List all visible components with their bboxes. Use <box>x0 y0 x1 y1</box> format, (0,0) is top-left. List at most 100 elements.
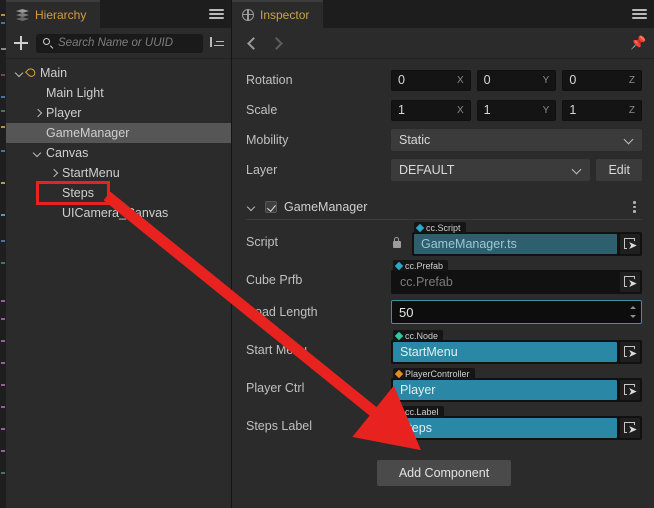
tree-item-uicamera-canvas[interactable]: UICamera_Canvas <box>6 203 231 223</box>
editor-window: Hierarchy Search Name or UUID Main Main … <box>0 0 654 508</box>
object-field[interactable]: StartMenu ➤ <box>391 340 642 364</box>
object-value: cc.Prefab <box>393 272 617 292</box>
add-node-icon[interactable] <box>13 35 29 51</box>
axis-label: X <box>457 104 464 116</box>
inspector-tabbar: Inspector <box>232 0 654 28</box>
hierarchy-tabbar: Hierarchy <box>6 0 231 28</box>
value: 0 <box>569 73 577 87</box>
axis-label: Z <box>628 104 636 116</box>
component-enabled-checkbox[interactable] <box>265 201 277 213</box>
chevron-down-icon[interactable] <box>14 67 26 79</box>
chevron-left-icon[interactable] <box>246 36 258 50</box>
chevron-down-icon[interactable] <box>32 147 44 159</box>
axis-label: Y <box>542 74 550 86</box>
property-label: Script <box>246 235 278 249</box>
type-chip: cc.Node <box>393 330 444 341</box>
property-row-steps-label: Steps Label cc.Label Steps ➤ <box>246 404 642 442</box>
tree-item-label: Main <box>40 66 68 80</box>
scene-flame-icon <box>26 67 37 79</box>
pick-node-icon[interactable]: ➤ <box>620 418 640 438</box>
tree-item-player[interactable]: Player <box>6 103 231 123</box>
component-name: GameManager <box>284 200 368 214</box>
edit-layer-button[interactable]: Edit <box>596 159 642 181</box>
property-row-cube-prfb: Cube Prfb cc.Prefab cc.Prefab ➤ <box>246 258 642 296</box>
tree-item-main-light[interactable]: Main Light <box>6 83 231 103</box>
property-label: Layer <box>246 163 278 177</box>
road-length-value: 50 <box>399 304 414 320</box>
object-field[interactable]: Steps ➤ <box>391 416 642 440</box>
tree-item-gamemanager[interactable]: GameManager <box>6 123 231 143</box>
type-chip: PlayerController <box>393 368 475 379</box>
diamond-icon <box>394 331 404 340</box>
property-label: Cube Prfb <box>246 273 303 287</box>
property-label: Mobility <box>246 133 289 147</box>
chevron-down-icon[interactable] <box>246 201 258 213</box>
add-component-row: Add Component <box>246 460 642 486</box>
type-chip-label: PlayerController <box>405 368 470 379</box>
hierarchy-menu-icon[interactable] <box>209 9 224 20</box>
tree-item-startmenu[interactable]: StartMenu <box>6 163 231 183</box>
diamond-icon <box>394 407 404 416</box>
axis-label: Y <box>542 104 550 116</box>
value: 0 <box>398 73 405 87</box>
pick-node-icon[interactable]: ➤ <box>620 234 640 254</box>
property-label: Player Ctrl <box>246 381 305 395</box>
layer-value: DEFAULT <box>399 163 455 177</box>
tree-item-main[interactable]: Main <box>6 63 231 83</box>
pick-node-icon[interactable]: ➤ <box>620 342 640 362</box>
rotation-y-input[interactable]: 0 Y <box>476 69 557 91</box>
rotation-x-input[interactable]: 0 X <box>391 69 471 91</box>
object-value: Player <box>393 380 617 400</box>
inspector-navbar: 📌 <box>232 28 654 59</box>
layer-select[interactable]: DEFAULT <box>391 159 591 181</box>
value: 1 <box>483 103 491 117</box>
chevron-down-icon <box>573 166 582 175</box>
object-value: Steps <box>393 418 617 438</box>
scale-x-input[interactable]: 1 X <box>391 99 471 121</box>
value: 0 <box>483 73 491 87</box>
tab-hierarchy[interactable]: Hierarchy <box>6 0 101 28</box>
object-field[interactable]: Player ➤ <box>391 378 642 402</box>
chevron-right-icon[interactable] <box>32 107 44 119</box>
property-label: Rotation <box>246 73 293 87</box>
list-filter-icon[interactable] <box>210 36 224 50</box>
scale-y-input[interactable]: 1 Y <box>476 99 557 121</box>
tree-item-label: Main Light <box>46 86 104 100</box>
value: 1 <box>569 103 577 117</box>
component-header[interactable]: GameManager <box>246 195 642 220</box>
property-label: Start Menu <box>246 343 308 357</box>
chevron-down-icon <box>625 136 634 145</box>
tree-item-canvas[interactable]: Canvas <box>6 143 231 163</box>
scale-z-input[interactable]: 1 Z <box>562 99 643 121</box>
tab-inspector[interactable]: Inspector <box>232 0 324 28</box>
spinner-arrows-icon[interactable] <box>629 303 638 321</box>
pin-icon[interactable]: 📌 <box>630 36 646 50</box>
type-chip: cc.Prefab <box>393 260 449 271</box>
object-field[interactable]: cc.Prefab ➤ <box>391 270 642 294</box>
search-placeholder: Search Name or UUID <box>58 37 174 49</box>
layers-icon <box>16 9 29 21</box>
property-row-start-menu: Start Menu cc.Node StartMenu ➤ <box>246 328 642 366</box>
property-row-script: Script cc.Script GameManager.ts ➤ <box>246 220 642 258</box>
pick-node-icon[interactable]: ➤ <box>620 272 640 292</box>
inspector-menu-icon[interactable] <box>632 9 647 20</box>
chevron-right-icon[interactable] <box>272 36 284 50</box>
pick-node-icon[interactable]: ➤ <box>620 380 640 400</box>
add-component-button[interactable]: Add Component <box>376 460 512 486</box>
property-row-road-length: Road Length 50 <box>246 296 642 328</box>
road-length-input[interactable]: 50 <box>391 300 642 324</box>
chevron-right-icon[interactable] <box>48 167 60 179</box>
object-field[interactable]: GameManager.ts ➤ <box>412 232 642 256</box>
property-row-rotation: Rotation 0 X 0 Y 0 Z <box>246 65 643 95</box>
kebab-menu-icon[interactable] <box>628 200 640 214</box>
tab-inspector-label: Inspector <box>260 8 310 22</box>
type-chip-label: cc.Label <box>405 406 439 417</box>
tree-item-label: GameManager <box>46 126 130 140</box>
lock-icon <box>391 236 402 249</box>
mobility-select[interactable]: Static <box>391 129 642 151</box>
search-input[interactable]: Search Name or UUID <box>36 33 203 53</box>
diamond-icon <box>415 223 425 232</box>
diamond-icon <box>394 369 404 378</box>
type-chip-label: cc.Node <box>405 330 439 341</box>
rotation-z-input[interactable]: 0 Z <box>562 69 643 91</box>
